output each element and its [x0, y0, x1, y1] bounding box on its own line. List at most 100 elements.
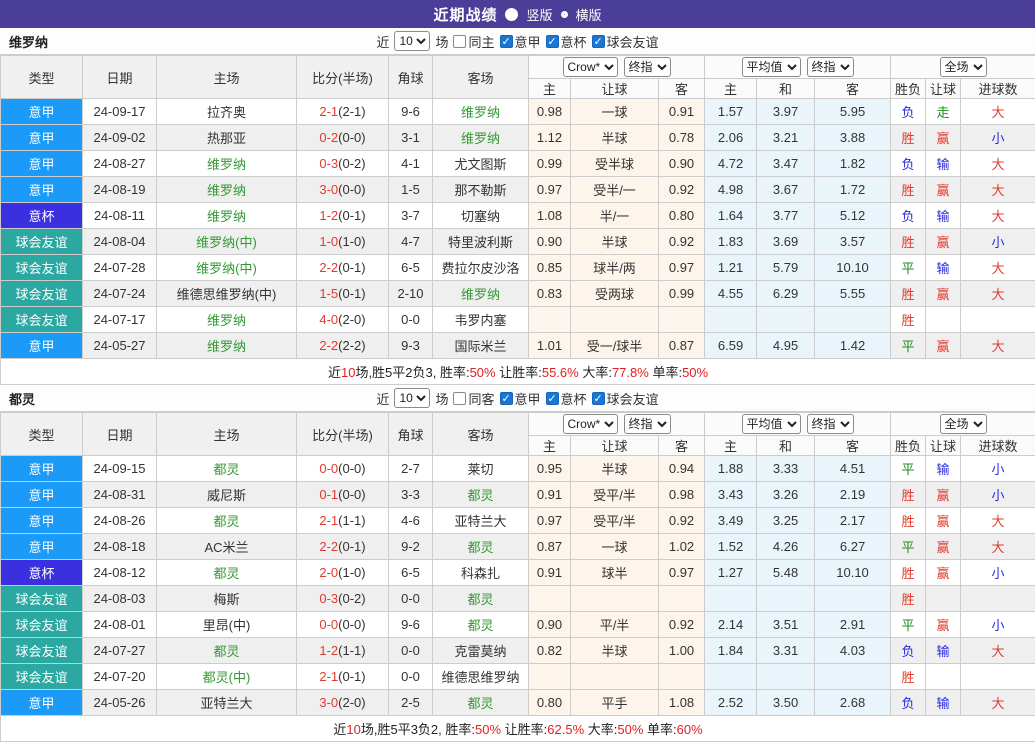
final-score: 3-0(2-0): [297, 690, 389, 716]
match-date: 24-09-17: [83, 99, 157, 125]
avg-home-odds: 4.55: [705, 281, 757, 307]
col-home: 主场: [157, 413, 297, 456]
sub-col-home-odds: 主: [529, 79, 571, 99]
avg-away-odds: 4.51: [815, 456, 891, 482]
corner-score: 9-3: [389, 333, 433, 359]
away-team: 维罗纳: [433, 99, 529, 125]
half-time-score: (0-1): [338, 669, 365, 684]
final-odds-select[interactable]: 终指: [624, 414, 671, 434]
corner-score: 6-5: [389, 560, 433, 586]
avg-away-odds: 1.82: [815, 151, 891, 177]
avg-draw-odds: [757, 664, 815, 690]
avg-home-odds: 3.49: [705, 508, 757, 534]
half-time-score: (0-0): [338, 487, 365, 502]
league-serie-a-checkbox[interactable]: [500, 35, 513, 48]
near-label: 近: [376, 389, 389, 408]
final-score: 2-1(1-1): [297, 508, 389, 534]
match-date: 24-08-11: [83, 203, 157, 229]
home-odds: 0.95: [529, 456, 571, 482]
avg-home-odds: [705, 586, 757, 612]
sub-col-avg-away: 客: [815, 79, 891, 99]
home-team: 维德思维罗纳(中): [157, 281, 297, 307]
league-cup-label: 意杯: [561, 389, 587, 408]
final-odds-select[interactable]: 终指: [624, 57, 671, 77]
handicap-line: [571, 307, 659, 333]
average-select[interactable]: 平均值: [742, 57, 801, 77]
fullmatch-group-header: 全场: [891, 56, 1035, 79]
final-score: 1-5(0-1): [297, 281, 389, 307]
result-handicap: 赢: [926, 229, 961, 255]
match-date: 24-05-26: [83, 690, 157, 716]
corner-score: 0-0: [389, 638, 433, 664]
same-venue-checkbox[interactable]: [453, 392, 466, 405]
sub-col-goals: 进球数: [961, 436, 1035, 456]
same-venue-checkbox[interactable]: [453, 35, 466, 48]
league-badge: 意杯: [1, 203, 83, 229]
avg-home-odds: 2.06: [705, 125, 757, 151]
match-row: 球会友谊24-07-24维德思维罗纳(中)1-5(0-1)2-10维罗纳0.83…: [1, 281, 1035, 307]
final-odds-select-2[interactable]: 终指: [807, 414, 854, 434]
avg-home-odds: 1.27: [705, 560, 757, 586]
league-serie-a-checkbox[interactable]: [500, 392, 513, 405]
result-wdl: 胜: [891, 229, 926, 255]
corner-score: 3-7: [389, 203, 433, 229]
average-select[interactable]: 平均值: [742, 414, 801, 434]
avg-home-odds: [705, 664, 757, 690]
home-team: 维罗纳(中): [157, 229, 297, 255]
home-team: 拉齐奥: [157, 99, 297, 125]
result-wdl: 胜: [891, 482, 926, 508]
match-row: 球会友谊24-07-20都灵(中)2-1(0-1)0-0维德思维罗纳胜: [1, 664, 1035, 690]
half-time-score: (0-1): [338, 208, 365, 223]
half-time-score: (1-1): [338, 643, 365, 658]
league-friendly-checkbox[interactable]: [592, 392, 605, 405]
col-date: 日期: [83, 56, 157, 99]
vertical-layout-radio[interactable]: [505, 8, 518, 21]
sub-col-home-odds: 主: [529, 436, 571, 456]
match-date: 24-08-18: [83, 534, 157, 560]
fullmatch-select[interactable]: 全场: [940, 57, 987, 77]
avg-away-odds: 3.88: [815, 125, 891, 151]
result-handicap: 赢: [926, 482, 961, 508]
bookmaker-select[interactable]: Crow*: [563, 57, 618, 77]
half-time-score: (0-0): [338, 461, 365, 476]
handicap-line: 受平/半: [571, 482, 659, 508]
home-team: 亚特兰大: [157, 690, 297, 716]
match-row: 意甲24-08-27维罗纳0-3(0-2)4-1尤文图斯0.99受半球0.904…: [1, 151, 1035, 177]
full-time-score: 2-1: [319, 513, 338, 528]
away-team: 克雷莫纳: [433, 638, 529, 664]
league-badge: 球会友谊: [1, 281, 83, 307]
league-cup-label: 意杯: [561, 32, 587, 51]
fullmatch-select[interactable]: 全场: [940, 414, 987, 434]
bookmaker-select[interactable]: Crow*: [563, 414, 618, 434]
league-friendly-checkbox[interactable]: [592, 35, 605, 48]
final-score: 1-2(1-1): [297, 638, 389, 664]
away-team: 都灵: [433, 482, 529, 508]
games-count-select[interactable]: 10: [394, 388, 430, 408]
result-handicap: 走: [926, 99, 961, 125]
match-date: 24-08-01: [83, 612, 157, 638]
games-count-select[interactable]: 10: [394, 31, 430, 51]
avg-draw-odds: 3.33: [757, 456, 815, 482]
away-team: 都灵: [433, 534, 529, 560]
league-cup-checkbox[interactable]: [546, 35, 559, 48]
avg-home-odds: 1.84: [705, 638, 757, 664]
match-date: 24-07-24: [83, 281, 157, 307]
result-handicap: 赢: [926, 612, 961, 638]
final-odds-select-2[interactable]: 终指: [807, 57, 854, 77]
avg-draw-odds: 3.77: [757, 203, 815, 229]
league-cup-checkbox[interactable]: [546, 392, 559, 405]
horizontal-layout-radio[interactable]: [561, 11, 568, 18]
avg-draw-odds: [757, 586, 815, 612]
home-odds: 0.91: [529, 560, 571, 586]
away-team: 维罗纳: [433, 125, 529, 151]
result-handicap: [926, 664, 961, 690]
full-time-score: 1-0: [319, 234, 338, 249]
avg-home-odds: 1.88: [705, 456, 757, 482]
away-team: 都灵: [433, 612, 529, 638]
avg-away-odds: 5.55: [815, 281, 891, 307]
away-odds: 0.78: [659, 125, 705, 151]
away-odds: 0.94: [659, 456, 705, 482]
match-date: 24-08-04: [83, 229, 157, 255]
corner-score: 0-0: [389, 307, 433, 333]
handicap-line: 受一/球半: [571, 333, 659, 359]
